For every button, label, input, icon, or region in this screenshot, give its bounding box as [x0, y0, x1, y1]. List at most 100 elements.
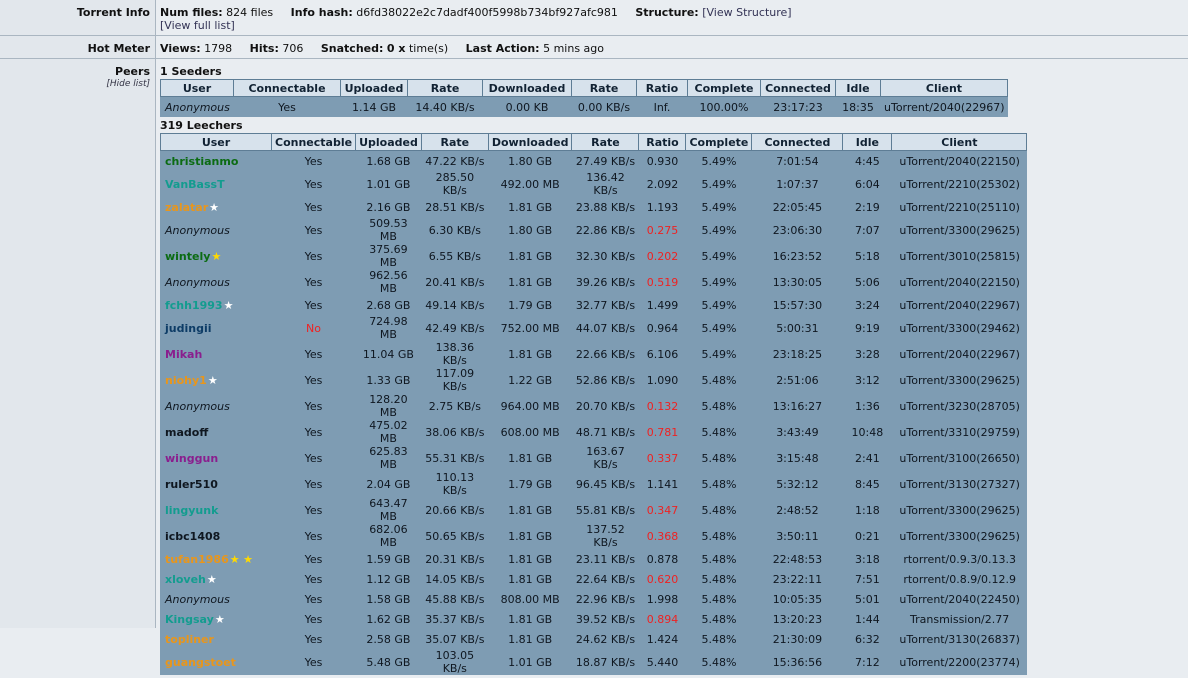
peer-user[interactable]: topliner	[160, 629, 272, 649]
peer-row: VanBassT Yes 1.01 GB 285.50 KB/s 492.00 MB 13…	[160, 171, 1027, 197]
peer-uploaded: 5.48 GB	[355, 649, 422, 675]
peer-connected: 3:15:48	[751, 445, 843, 471]
peer-row: Anonymous Yes 962.56 MB 20.41 KB/s 1.81 GB 39…	[160, 269, 1027, 295]
peer-downloaded: 0.00 KB	[482, 96, 572, 117]
peer-connected: 1:07:37	[751, 171, 843, 197]
peer-user[interactable]: icbc1408	[160, 523, 272, 549]
column-header-rate: Rate	[407, 79, 483, 97]
peer-download-rate: 44.07 KB/s	[571, 315, 639, 341]
peer-connectable: Yes	[270, 419, 356, 445]
peer-connected: 22:48:53	[751, 549, 843, 569]
leechers-body: christianmo Yes 1.68 GB 47.22 KB/s 1.80 GB 27…	[160, 150, 1027, 675]
peer-downloaded: 808.00 MB	[487, 589, 572, 609]
column-header-rate: Rate	[420, 133, 489, 151]
peer-username[interactable]: niohy1	[165, 374, 207, 387]
peer-username[interactable]: xloveh	[165, 573, 206, 586]
peer-user[interactable]: xloveh★	[160, 569, 272, 589]
peer-complete: 5.48%	[685, 393, 752, 419]
peer-user[interactable]: guangstoet	[160, 649, 272, 675]
peer-connected: 13:20:23	[751, 609, 843, 629]
peer-download-rate: 137.52 KB/s	[571, 523, 639, 549]
peer-upload-rate: 45.88 KB/s	[420, 589, 489, 609]
peer-username[interactable]: VanBassT	[165, 178, 225, 191]
peer-username[interactable]: wintely	[165, 250, 210, 263]
peer-username[interactable]: lingyunk	[165, 504, 218, 517]
peer-row: Anonymous Yes 1.58 GB 45.88 KB/s 808.00 MB 22…	[160, 589, 1027, 609]
column-header-client: Client	[891, 133, 1028, 151]
peer-connectable: Yes	[270, 523, 356, 549]
peer-username: Anonymous	[165, 100, 230, 114]
peer-username[interactable]: judingii	[165, 322, 212, 335]
peer-downloaded: 1.81 GB	[487, 341, 572, 367]
hide-list-link[interactable]: [Hide list]	[0, 79, 150, 89]
peer-idle: 2:41	[842, 445, 892, 471]
peer-row: judingii No 724.98 MB 42.49 KB/s 752.00 MB 44…	[160, 315, 1027, 341]
last-action-value: 5 mins ago	[543, 42, 604, 55]
peer-downloaded: 964.00 MB	[487, 393, 572, 419]
peer-ratio: 0.878	[638, 549, 686, 569]
peer-download-rate: 32.30 KB/s	[571, 243, 639, 269]
peer-username[interactable]: zalatar	[165, 201, 208, 214]
peer-username[interactable]: Kingsay	[165, 613, 214, 626]
peer-user[interactable]: fchh1993★	[160, 295, 272, 315]
peer-user[interactable]: wintely★	[160, 243, 272, 269]
peer-username[interactable]: madoff	[165, 426, 208, 439]
peer-username[interactable]: guangstoet	[165, 656, 236, 669]
peer-complete: 5.48%	[685, 569, 752, 589]
peer-user[interactable]: Mikah	[160, 341, 272, 367]
peer-download-rate: 163.67 KB/s	[571, 445, 639, 471]
peer-connected: 10:05:35	[751, 589, 843, 609]
column-header-complete: Complete	[685, 133, 753, 151]
peer-user[interactable]: niohy1★	[160, 367, 272, 393]
peer-username[interactable]: tufan1986	[165, 553, 229, 566]
peer-username[interactable]: winggun	[165, 452, 218, 465]
view-structure-link[interactable]: [View Structure]	[702, 6, 791, 19]
peer-user[interactable]: madoff	[160, 419, 272, 445]
peer-user[interactable]: christianmo	[160, 150, 272, 171]
peer-idle: 1:18	[842, 497, 892, 523]
peer-upload-rate: 138.36 KB/s	[420, 341, 489, 367]
peer-ratio: 0.337	[638, 445, 686, 471]
peer-user[interactable]: Kingsay★	[160, 609, 272, 629]
column-header-client: Client	[880, 79, 1008, 97]
peer-user[interactable]: zalatar★	[160, 197, 272, 217]
peer-complete: 5.48%	[685, 497, 752, 523]
peer-username[interactable]: topliner	[165, 633, 214, 646]
hits-value: 706	[282, 42, 304, 55]
peer-complete: 5.48%	[685, 445, 752, 471]
peer-uploaded: 1.68 GB	[355, 150, 422, 171]
peer-upload-rate: 6.30 KB/s	[420, 217, 489, 243]
peer-ratio: 1.141	[638, 471, 686, 497]
peer-user[interactable]: tufan1986★ ★	[160, 549, 272, 569]
peer-user[interactable]: winggun	[160, 445, 272, 471]
peer-idle: 10:48	[842, 419, 892, 445]
peer-username[interactable]: fchh1993	[165, 299, 223, 312]
peer-username[interactable]: ruler510	[165, 478, 218, 491]
peer-username[interactable]: Mikah	[165, 348, 202, 361]
peer-uploaded: 1.12 GB	[355, 569, 422, 589]
star-icon: ★	[223, 298, 234, 312]
peer-ratio: 1.499	[638, 295, 686, 315]
peer-username[interactable]: icbc1408	[165, 530, 220, 543]
peer-downloaded: 1.81 GB	[487, 197, 572, 217]
peer-ratio: 1.193	[638, 197, 686, 217]
peer-user[interactable]: VanBassT	[160, 171, 272, 197]
peer-client: uTorrent/2040(22967)	[891, 341, 1027, 367]
peer-connected: 23:18:25	[751, 341, 843, 367]
column-header-rate: Rate	[571, 79, 637, 97]
peer-uploaded: 2.04 GB	[355, 471, 422, 497]
peer-user[interactable]: judingii	[160, 315, 272, 341]
torrent-info-content: Num files: 824 files Info hash: d6fd3802…	[156, 0, 1188, 35]
peer-row: Anonymous Yes 509.53 MB 6.30 KB/s 1.80 GB 22.…	[160, 217, 1027, 243]
peer-upload-rate: 50.65 KB/s	[420, 523, 489, 549]
peer-complete: 5.48%	[685, 549, 752, 569]
peer-connectable: Yes	[270, 629, 356, 649]
peer-client: uTorrent/2210(25302)	[891, 171, 1027, 197]
peer-user[interactable]: ruler510	[160, 471, 272, 497]
peer-username[interactable]: christianmo	[165, 155, 238, 168]
peer-user[interactable]: lingyunk	[160, 497, 272, 523]
peer-complete: 5.48%	[685, 523, 752, 549]
column-header-complete: Complete	[687, 79, 761, 97]
view-full-list-link[interactable]: [View full list]	[160, 19, 235, 32]
peer-row: winggun Yes 625.83 MB 55.31 KB/s 1.81 GB 163.…	[160, 445, 1027, 471]
